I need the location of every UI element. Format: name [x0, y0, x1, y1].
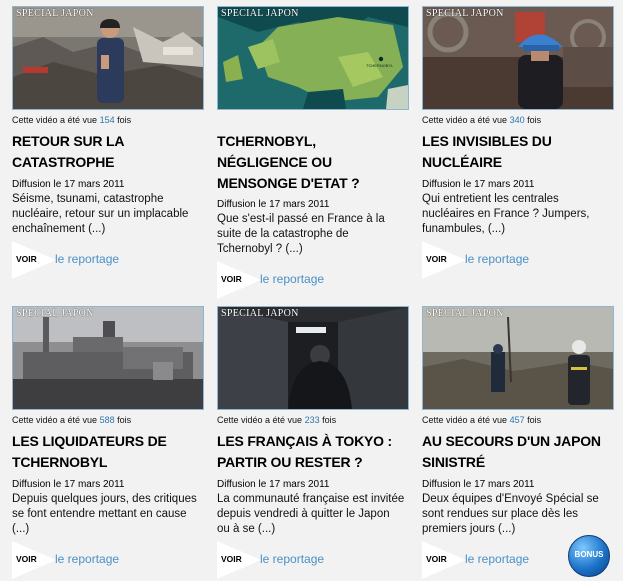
reportage-link[interactable]: le reportage	[55, 252, 119, 266]
video-thumbnail[interactable]: SPECIAL JAPON	[12, 6, 204, 110]
reportage-link[interactable]: le reportage	[260, 272, 324, 286]
broadcast-date: Diffusion le 17 mars 2011	[422, 479, 535, 490]
video-description: La communauté française est invitée depu…	[217, 493, 405, 535]
thumbnail-image	[13, 7, 203, 109]
view-count: Cette vidéo a été vue 340 fois	[422, 115, 542, 125]
voir-play-button[interactable]: VOIR	[422, 241, 466, 279]
video-description: Séisme, tsunami, catastrophe nucléaire, …	[12, 193, 189, 235]
broadcast-date: Diffusion le 17 mars 2011	[12, 479, 125, 490]
video-card: TCHERNOBYL SPECIAL JAPON TCHERNOBYL, NÉG…	[217, 6, 409, 299]
reportage-link[interactable]: le reportage	[465, 552, 529, 566]
video-thumbnail[interactable]: TCHERNOBYL SPECIAL JAPON	[217, 6, 409, 110]
video-thumbnail[interactable]: SPECIAL JAPON	[12, 306, 204, 410]
reportage-link[interactable]: le reportage	[260, 552, 324, 566]
thumbnail-image: TCHERNOBYL	[218, 7, 408, 109]
video-title[interactable]: AU SECOURS D'UN JAPON SINISTRÉ	[422, 431, 602, 473]
video-thumbnail[interactable]: SPECIAL JAPON	[422, 306, 614, 410]
view-count: Cette vidéo a été vue 457 fois	[422, 415, 542, 425]
special-japon-stamp: SPECIAL JAPON	[426, 308, 504, 319]
voir-play-button[interactable]: VOIR	[12, 541, 56, 579]
map-city-label: TCHERNOBYL	[366, 63, 394, 68]
special-japon-stamp: SPECIAL JAPON	[221, 8, 299, 19]
video-card: SPECIAL JAPON Cette vidéo a été vue 340 …	[422, 6, 614, 279]
special-japon-stamp: SPECIAL JAPON	[16, 308, 94, 319]
voir-play-button[interactable]: VOIR	[217, 261, 261, 299]
video-card: SPECIAL JAPON Cette vidéo a été vue 588 …	[12, 306, 204, 579]
video-title[interactable]: TCHERNOBYL, NÉGLIGENCE OU MENSONGE D'ETA…	[217, 131, 377, 194]
video-thumbnail[interactable]: SPECIAL JAPON	[422, 6, 614, 110]
video-title[interactable]: LES INVISIBLES DU NUCLÉAIRE	[422, 131, 572, 173]
special-japon-stamp: SPECIAL JAPON	[426, 8, 504, 19]
video-thumbnail[interactable]: SPECIAL JAPON	[217, 306, 409, 410]
thumbnail-image	[13, 307, 203, 409]
broadcast-date: Diffusion le 17 mars 2011	[217, 199, 330, 210]
video-description: Depuis quelques jours, des critiques se …	[12, 493, 197, 535]
broadcast-date: Diffusion le 17 mars 2011	[12, 179, 125, 190]
video-description: Que s'est-il passé en France à la suite …	[217, 213, 385, 255]
video-title[interactable]: RETOUR SUR LA CATASTROPHE	[12, 131, 162, 173]
thumbnail-image	[218, 307, 408, 409]
broadcast-date: Diffusion le 17 mars 2011	[217, 479, 330, 490]
view-count: Cette vidéo a été vue 588 fois	[12, 415, 132, 425]
video-title[interactable]: LES FRANÇAIS À TOKYO : PARTIR OU RESTER …	[217, 431, 397, 473]
view-count: Cette vidéo a été vue 154 fois	[12, 115, 132, 125]
view-count	[217, 115, 405, 127]
video-description: Deux équipes d'Envoyé Spécial se sont re…	[422, 493, 599, 535]
voir-play-button[interactable]: VOIR	[217, 541, 261, 579]
video-title[interactable]: LES LIQUIDATEURS DE TCHERNOBYL	[12, 431, 172, 473]
voir-play-button[interactable]: VOIR	[422, 541, 466, 579]
thumbnail-image	[423, 307, 613, 409]
thumbnail-image	[423, 7, 613, 109]
broadcast-date: Diffusion le 17 mars 2011	[422, 179, 535, 190]
video-card: SPECIAL JAPON Cette vidéo a été vue 233 …	[217, 306, 409, 579]
reportage-link[interactable]: le reportage	[465, 252, 529, 266]
view-count: Cette vidéo a été vue 233 fois	[217, 415, 337, 425]
voir-play-button[interactable]: VOIR	[12, 241, 56, 279]
video-card: SPECIAL JAPON Cette vidéo a été vue 154 …	[12, 6, 204, 279]
reportage-link[interactable]: le reportage	[55, 552, 119, 566]
special-japon-stamp: SPECIAL JAPON	[221, 308, 299, 319]
video-description: Qui entretient les centrales nucléaires …	[422, 193, 590, 235]
bonus-button[interactable]: BONUS	[568, 535, 610, 577]
special-japon-stamp: SPECIAL JAPON	[16, 8, 94, 19]
